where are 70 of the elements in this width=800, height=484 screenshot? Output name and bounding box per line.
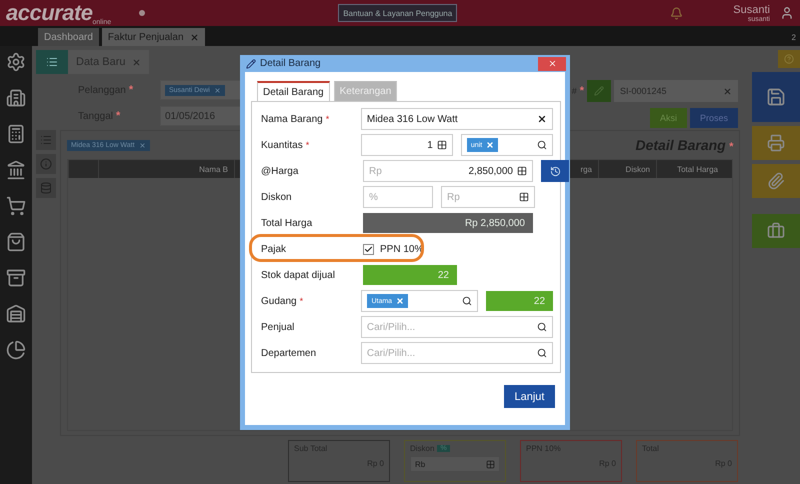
clear-icon[interactable] <box>537 114 547 124</box>
calculator-icon[interactable] <box>436 140 447 150</box>
tab-count: 2 <box>792 33 797 44</box>
discount-field[interactable]: Rb <box>410 456 500 472</box>
quantity-field[interactable]: 1 <box>360 134 453 156</box>
field-label: Penjual <box>261 322 296 332</box>
help-button[interactable]: Bantuan & Layanan Pengguna <box>338 4 458 22</box>
close-icon <box>548 59 556 68</box>
continue-button[interactable]: Lanjut <box>504 385 555 408</box>
warehouse-icon[interactable] <box>6 304 26 324</box>
cabinet-icon[interactable] <box>6 268 26 288</box>
search-icon[interactable] <box>537 322 547 332</box>
remove-icon[interactable] <box>138 142 146 148</box>
bag-icon[interactable] <box>6 232 26 252</box>
save-button[interactable] <box>752 72 800 122</box>
column-header: Diskon <box>598 160 656 178</box>
tax-checkbox[interactable] <box>363 244 374 254</box>
remove-icon[interactable] <box>214 86 221 94</box>
item-name-field[interactable]: Midea 316 Low Watt <box>360 108 553 130</box>
field-label: Gudang * <box>261 296 304 306</box>
status-dot <box>139 10 146 16</box>
cart-icon[interactable] <box>6 196 26 216</box>
field-label: # * <box>572 85 584 97</box>
help-icon <box>784 54 794 64</box>
search-icon[interactable] <box>537 348 547 358</box>
search-icon[interactable] <box>462 296 472 306</box>
action-button[interactable]: Proses <box>690 108 738 128</box>
dialog-tab[interactable]: Detail Barang <box>257 81 330 101</box>
search-field[interactable]: Cari/Pilih... <box>360 316 553 338</box>
pie-chart-icon[interactable] <box>6 340 26 360</box>
building-icon[interactable] <box>6 88 26 108</box>
search-field[interactable]: Cari/Pilih... <box>360 342 553 364</box>
warehouse-stock-value: 22 <box>486 291 554 311</box>
gear-icon[interactable] <box>6 52 26 72</box>
field-label: Kuantitas * <box>261 140 310 150</box>
field-label: Pajak <box>261 244 288 254</box>
column-header: Nama B <box>98 160 234 178</box>
history-icon <box>550 166 560 176</box>
app-tab[interactable]: Dashboard <box>38 28 99 46</box>
field-label: Stok dapat dijual <box>261 270 336 280</box>
column-header: Total Harga <box>656 160 724 178</box>
price-field[interactable]: Rp 2,850,000 <box>363 160 533 182</box>
discount-amount-field[interactable]: Rp <box>441 186 535 208</box>
briefcase-icon <box>767 222 785 240</box>
list-button[interactable] <box>36 50 68 74</box>
dialog-title: Detail Barang <box>260 58 321 69</box>
history-button[interactable] <box>541 160 569 182</box>
calculator-icon[interactable] <box>519 192 529 202</box>
discount-percent-field[interactable]: % <box>363 186 433 208</box>
user-name: Susanti <box>733 4 770 16</box>
calculator-icon[interactable] <box>517 166 527 176</box>
total-price-value: Rp 2,850,000 <box>363 213 533 233</box>
pencil-icon <box>594 86 604 96</box>
paperclip-icon <box>767 172 785 190</box>
stock-value: 22 <box>363 265 457 285</box>
printer-icon <box>767 134 785 152</box>
bell-icon[interactable] <box>670 6 684 20</box>
field-label: Departemen <box>261 348 318 358</box>
close-icon[interactable] <box>190 32 199 42</box>
save-icon <box>766 87 786 107</box>
field-label: @Harga <box>261 166 300 176</box>
bank-icon[interactable] <box>6 160 26 180</box>
field-label: Total Harga <box>261 218 314 228</box>
app-tab[interactable]: Faktur Penjualan <box>102 28 205 46</box>
pencil-icon <box>246 58 256 68</box>
search-icon[interactable] <box>537 140 548 150</box>
field-label: Diskon <box>261 192 293 202</box>
logo: accurate <box>6 0 93 26</box>
dialog-tab[interactable]: Keterangan <box>334 81 398 101</box>
avatar-icon[interactable] <box>780 6 794 20</box>
